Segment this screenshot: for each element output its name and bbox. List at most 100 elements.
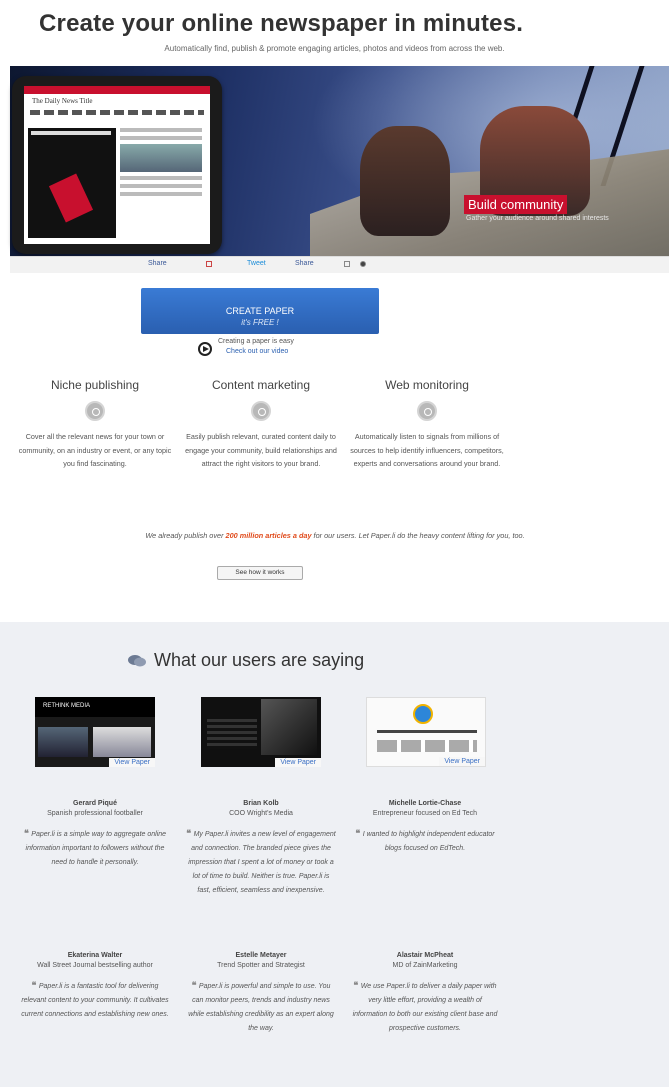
paper-thumbnail[interactable]: View Paper: [201, 697, 321, 767]
niche-icon: [85, 401, 105, 421]
stats-highlight: 200 million articles a day: [225, 531, 312, 540]
chat-icon: [128, 655, 146, 667]
quote-text: My Paper.li invites a new level of engag…: [188, 831, 336, 894]
hero-subtitle: Automatically find, publish & promote en…: [164, 44, 505, 53]
tablet-line: [120, 136, 202, 140]
thumb-header: RETHINK MEDIA: [35, 697, 155, 717]
quote-text: I wanted to highlight independent educat…: [362, 831, 495, 852]
testimonial-name: Brian Kolb: [243, 800, 279, 807]
see-how-it-works-button[interactable]: See how it works: [217, 566, 303, 580]
email-icon[interactable]: [344, 261, 350, 267]
testimonial-role: Wall Street Journal bestselling author: [37, 962, 153, 969]
thumb-nav: [377, 740, 477, 752]
testimonial: Michelle Lortie-Chase Entrepreneur focus…: [350, 800, 500, 856]
stats-prefix: We already publish over: [145, 531, 226, 540]
testimonial: Ekaterina Walter Wall Street Journal bes…: [20, 952, 170, 1022]
tablet-paper-title: The Daily News Title: [32, 97, 93, 105]
view-paper-link[interactable]: View Paper: [439, 757, 485, 766]
testimonial: Brian Kolb COO Wright's Media ❝ My Paper…: [186, 800, 336, 898]
tablet-sidebar: [120, 128, 202, 238]
hero-title: Create your online newspaper in minutes.: [39, 10, 524, 37]
testimonial-role: Entrepreneur focused on Ed Tech: [372, 810, 478, 817]
testimonial-quote: ❝ We use Paper.li to deliver a daily pap…: [350, 978, 500, 1036]
tablet-caption: [31, 131, 111, 135]
feature-monitoring: Web monitoring Automatically listen to s…: [342, 378, 512, 471]
create-paper-button[interactable]: CREATE PAPER it's FREE !: [141, 288, 379, 334]
testimonial-role: Spanish professional footballer: [47, 810, 143, 817]
thumb-image: [38, 727, 88, 757]
banner-headline: Build community: [464, 195, 568, 214]
feature-desc: Cover all the relevant news for your tow…: [18, 432, 172, 468]
create-paper-sub: it's FREE !: [241, 317, 279, 327]
testimonial-quote: ❝ I wanted to highlight independent educ…: [350, 826, 500, 856]
view-paper-link[interactable]: View Paper: [275, 758, 321, 767]
feature-desc: Automatically listen to signals from mil…: [350, 432, 504, 468]
quote-text: Paper.li is a fantastic tool for deliver…: [21, 983, 169, 1018]
tablet-article-image: [48, 173, 94, 223]
quote-icon: ❝: [353, 980, 361, 990]
testimonial-name: Gerard Piqué: [73, 800, 117, 807]
testimonial-role: COO Wright's Media: [229, 810, 293, 817]
feature-desc: Easily publish relevant, curated content…: [185, 432, 337, 468]
video-promo: Creating a paper is easy Check out our v…: [198, 337, 398, 361]
stats-suffix: for our users. Let Paper.li do the heavy…: [311, 531, 525, 540]
testimonial-quote: ❝ My Paper.li invites a new level of eng…: [186, 826, 336, 898]
tablet-screen: The Daily News Title: [24, 86, 210, 244]
plus-icon[interactable]: [206, 261, 212, 267]
feature-niche: Niche publishing Cover all the relevant …: [10, 378, 180, 471]
thumb-image: [93, 727, 151, 757]
play-icon[interactable]: [198, 342, 212, 356]
quote-text: We use Paper.li to deliver a daily paper…: [352, 983, 498, 1032]
quote-icon: ❝: [31, 980, 39, 990]
testimonial: Alastair McPheat MD of ZainMarketing ❝ W…: [350, 952, 500, 1036]
testimonial: Gerard Piqué Spanish professional footba…: [20, 800, 170, 870]
quote-icon: ❝: [355, 828, 363, 838]
tablet-line: [120, 128, 202, 132]
thumb-image: [261, 699, 317, 755]
tweet-button[interactable]: Tweet: [247, 260, 266, 267]
feature-content: Content marketing Easily publish relevan…: [176, 378, 346, 471]
testimonial: Estelle Metayer Trend Spotter and Strate…: [186, 952, 336, 1036]
lightbulb-icon: [251, 401, 271, 421]
testimonial-role: Trend Spotter and Strategist: [217, 962, 305, 969]
tablet-header-bar: [24, 86, 210, 94]
tablet-preview: The Daily News Title: [12, 76, 222, 254]
view-paper-link[interactable]: View Paper: [109, 758, 155, 767]
feature-title: Content marketing: [211, 378, 311, 392]
paper-thumbnail[interactable]: View Paper: [366, 697, 486, 767]
testimonial-quote: ❝ Paper.li is a fantastic tool for deliv…: [20, 978, 170, 1022]
testimonial-name: Michelle Lortie-Chase: [388, 800, 462, 807]
tablet-line: [120, 192, 202, 196]
more-icon[interactable]: [360, 261, 366, 267]
banner-subline: Gather your audience around shared inter…: [466, 215, 609, 222]
quote-icon: ❝: [186, 828, 194, 838]
testimonials-section: What our users are saying RETHINK MEDIA …: [0, 622, 669, 1087]
tablet-main-article: [28, 128, 116, 238]
tablet-nav: [30, 110, 204, 115]
tablet-side-image: [120, 144, 202, 172]
testimonial-name: Alastair McPheat: [396, 952, 454, 959]
testimonial-quote: ❝ Paper.li is powerful and simple to use…: [186, 978, 336, 1036]
share-button[interactable]: Share: [148, 260, 167, 267]
paper-thumbnail[interactable]: RETHINK MEDIA View Paper: [35, 697, 155, 767]
video-link[interactable]: Check out our video: [226, 348, 288, 355]
testimonials-heading: What our users are saying: [154, 650, 365, 670]
quote-text: Paper.li is powerful and simple to use. …: [188, 983, 334, 1032]
feature-title: Niche publishing: [50, 378, 140, 392]
feature-title: Web monitoring: [385, 378, 469, 392]
share-bar: Share Tweet Share: [10, 256, 669, 273]
thumb-text: [207, 719, 257, 749]
testimonial-role: MD of ZainMarketing: [392, 962, 458, 969]
thumb-logo: [413, 704, 433, 724]
testimonial-quote: ❝ Paper.li is a simple way to aggregate …: [20, 826, 170, 870]
tablet-line: [120, 184, 202, 188]
facebook-share-button[interactable]: Share: [295, 260, 314, 267]
banner-sailor: [360, 126, 450, 236]
monitor-icon: [417, 401, 437, 421]
quote-icon: ❝: [191, 980, 199, 990]
stats-line: We already publish over 200 million arti…: [20, 530, 650, 542]
quote-text: Paper.li is a simple way to aggregate on…: [25, 831, 167, 866]
testimonial-name: Estelle Metayer: [235, 952, 287, 959]
tablet-line: [120, 176, 202, 180]
testimonial-name: Ekaterina Walter: [67, 952, 123, 959]
